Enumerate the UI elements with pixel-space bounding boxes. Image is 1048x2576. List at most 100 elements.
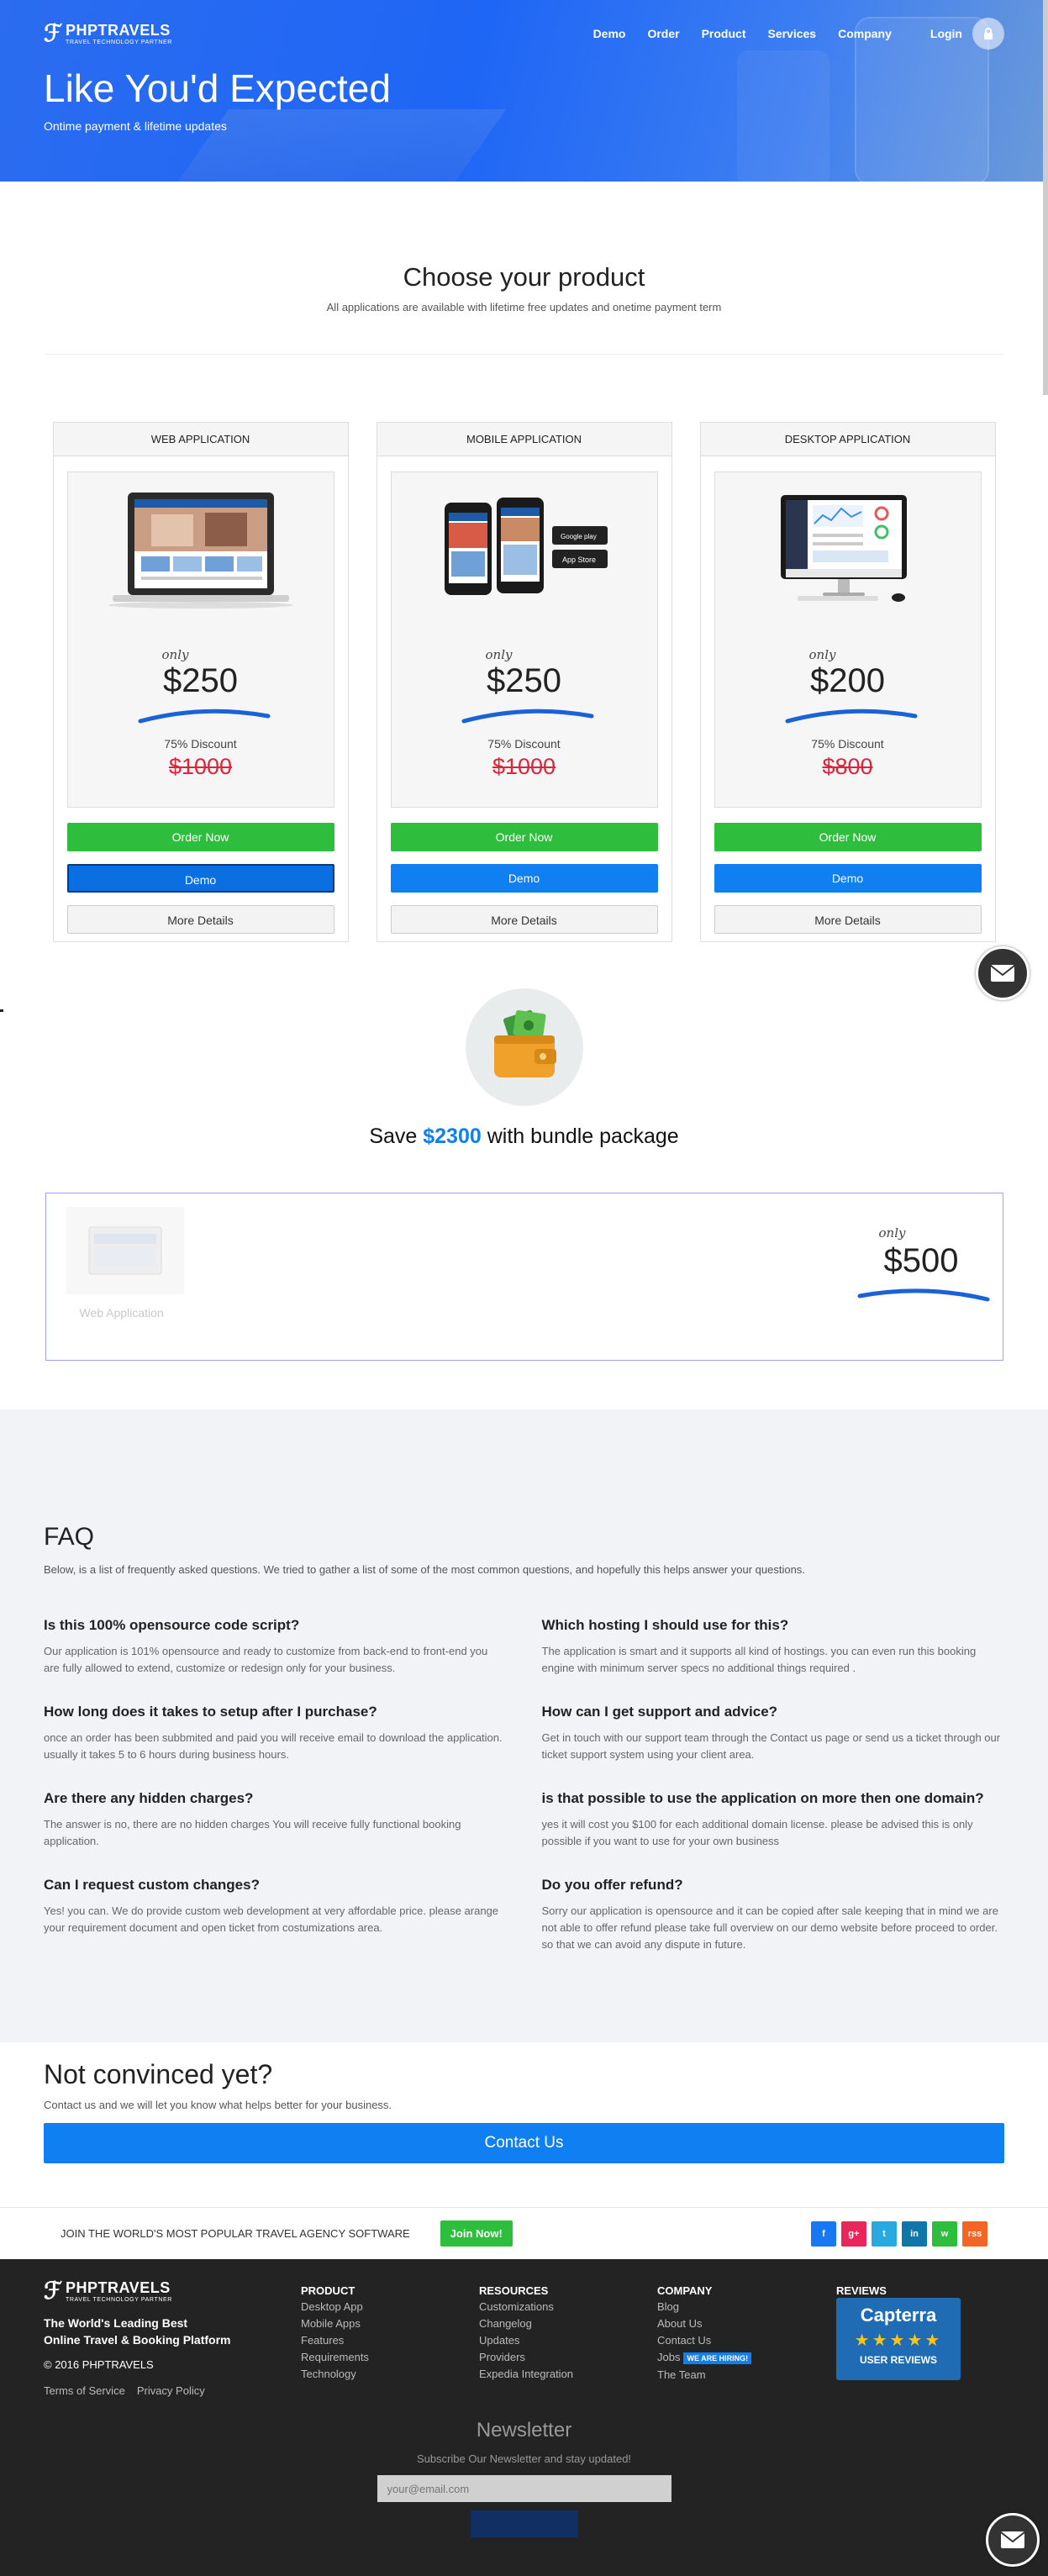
brand-name: PHPTRAVELS <box>66 21 171 39</box>
faq-item: How can I get support and advice? Get in … <box>542 1703 1005 1763</box>
contact-us-button[interactable]: Contact Us <box>44 2123 1004 2163</box>
contact-cta-section: Not convinced yet? Contact us and we wil… <box>0 2042 1048 2207</box>
floating-mail-button[interactable] <box>986 2513 1040 2567</box>
footer-link[interactable]: Updates <box>479 2332 573 2349</box>
brand-logo[interactable]: ℱ PHPTRAVELS TRAVEL TECHNOLOGY PARTNER <box>44 22 172 45</box>
bundle-package-box[interactable]: Web Application only $500 <box>45 1193 1003 1361</box>
logo-icon: ℱ <box>44 19 63 47</box>
footer-link[interactable]: Changelog <box>479 2315 573 2332</box>
footer-link[interactable]: Contact Us <box>657 2332 751 2349</box>
footer-link[interactable]: The Team <box>657 2367 751 2384</box>
page-scrollbar[interactable] <box>1043 0 1048 395</box>
price-underline <box>857 1288 989 1302</box>
whatsapp-icon[interactable]: w <box>932 2220 957 2247</box>
product-name: DESKTOP APPLICATION <box>700 423 995 456</box>
newsletter: Newsletter Subscribe Our Newsletter and … <box>0 2419 1048 2537</box>
main-nav: Demo Order Product Services Company Logi… <box>571 18 1004 50</box>
linkedin-icon[interactable]: in <box>902 2220 927 2247</box>
faq-question: How can I get support and advice? <box>541 1704 778 1720</box>
more-details-button[interactable]: More Details <box>714 905 982 934</box>
footer-brand: ℱ PHPTRAVELS TRAVEL TECHNOLOGY PARTNER T… <box>44 2279 230 2398</box>
nav-login[interactable]: Login <box>930 27 962 40</box>
hero-banner: ℱ PHPTRAVELS TRAVEL TECHNOLOGY PARTNER D… <box>0 0 1048 182</box>
newsletter-submit-button[interactable] <box>470 2510 578 2537</box>
faq-answer: once an order has been subbmited and pai… <box>44 1731 503 1761</box>
newsletter-email-input[interactable] <box>377 2475 671 2502</box>
google-plus-icon[interactable]: g+ <box>841 2220 866 2247</box>
faq-section: FAQ Below, is a list of frequently asked… <box>0 1409 1048 2042</box>
order-now-button[interactable]: Order Now <box>714 823 982 851</box>
product-name: WEB APPLICATION <box>53 423 348 456</box>
faq-answer: Yes! you can. We do provide custom web d… <box>44 1904 499 1934</box>
hero-suitcase-decoration <box>737 50 829 182</box>
faq-column-left: Is this 100% opensource code script? Our … <box>44 1616 507 1979</box>
product-discount: 75% Discount <box>487 737 561 751</box>
footer-link[interactable]: Mobile Apps <box>301 2315 369 2332</box>
footer-col-title: PRODUCT <box>301 2284 355 2297</box>
demo-button[interactable]: Demo <box>390 864 658 893</box>
faq-answer: yes it will cost you $100 for each addit… <box>541 1818 973 1847</box>
footer-link[interactable]: Technology <box>301 2366 369 2383</box>
join-text: JOIN THE WORLD'S MOST POPULAR TRAVEL AGE… <box>61 2227 410 2240</box>
demo-button[interactable]: Demo <box>714 864 982 893</box>
order-now-button[interactable]: Order Now <box>390 823 658 851</box>
capterra-badge[interactable]: Capterra ★★★★★ USER REVIEWS <box>836 2298 961 2380</box>
nav-company[interactable]: Company <box>838 27 892 40</box>
footer-link[interactable]: Requirements <box>301 2349 369 2366</box>
brand-name: PHPTRAVELS <box>66 2278 171 2296</box>
product-discount: 75% Discount <box>164 737 237 751</box>
footer-link-jobs[interactable]: Jobs WE ARE HIRING! <box>657 2349 752 2367</box>
product-discount: 75% Discount <box>811 737 884 751</box>
demo-button[interactable]: Demo <box>66 864 334 893</box>
footer-link[interactable]: Features <box>301 2332 369 2349</box>
jobs-label: Jobs <box>657 2351 681 2363</box>
product-showcase: Google play App Store only $250 75% Disc… <box>390 471 658 808</box>
cta-text: Contact us and we will let you know what… <box>44 2099 392 2111</box>
order-now-button[interactable]: Order Now <box>66 823 334 851</box>
wallet-icon <box>465 988 583 1106</box>
bundle-item-thumbnail[interactable] <box>66 1207 184 1294</box>
nav-services[interactable]: Services <box>767 27 816 40</box>
footer-link[interactable]: About Us <box>657 2315 751 2332</box>
nav-product[interactable]: Product <box>702 27 746 40</box>
rss-icon[interactable]: rss <box>962 2220 987 2247</box>
terms-link[interactable]: Terms of Service <box>44 2384 125 2397</box>
app-store-badge[interactable]: App Store <box>562 556 596 564</box>
faq-question: Do you offer refund? <box>541 1877 683 1893</box>
product-card-mobile: MOBILE APPLICATION Google play App Store… <box>376 422 672 942</box>
capterra-user-reviews: USER REVIEWS <box>859 2354 937 2366</box>
footer-col-title: COMPANY <box>657 2284 713 2297</box>
more-details-button[interactable]: More Details <box>390 905 658 934</box>
footer-link[interactable]: Expedia Integration <box>479 2366 573 2383</box>
join-bar: JOIN THE WORLD'S MOST POPULAR TRAVEL AGE… <box>0 2207 1048 2259</box>
faq-item: Can I request custom changes? Yes! you ca… <box>44 1876 507 1936</box>
footer-link[interactable]: Providers <box>479 2349 573 2366</box>
brand-tagline: TRAVEL TECHNOLOGY PARTNER <box>66 39 172 45</box>
faq-question: Can I request custom changes? <box>44 1877 260 1893</box>
privacy-link[interactable]: Privacy Policy <box>137 2384 205 2397</box>
choose-subtitle: All applications are available with life… <box>326 301 722 313</box>
footer-logo[interactable]: ℱ PHPTRAVELS TRAVEL TECHNOLOGY PARTNER <box>44 2279 230 2303</box>
nav-order[interactable]: Order <box>647 27 679 40</box>
newsletter-text: Subscribe Our Newsletter and stay update… <box>416 2452 632 2465</box>
footer-link[interactable]: Blog <box>657 2299 751 2315</box>
bundle-item-label: Web Application <box>79 1306 164 1320</box>
footer-col-title: RESOURCES <box>479 2284 549 2297</box>
brand-tagline: TRAVEL TECHNOLOGY PARTNER <box>66 2296 172 2303</box>
lock-icon[interactable] <box>972 18 1004 50</box>
product-name: MOBILE APPLICATION <box>377 423 671 456</box>
google-play-badge[interactable]: Google play <box>561 533 597 540</box>
join-now-button[interactable]: Join Now! <box>440 2220 513 2247</box>
floating-mail-button[interactable] <box>976 946 1030 1000</box>
faq-answer: The application is smart and it supports… <box>541 1645 977 1674</box>
logo-icon: ℱ <box>44 2277 63 2305</box>
bundle-only-label: only <box>878 1225 906 1241</box>
faq-question: is that possible to use the application … <box>541 1790 984 1806</box>
footer-link[interactable]: Desktop App <box>301 2299 369 2315</box>
footer-link[interactable]: Customizations <box>479 2299 573 2315</box>
nav-demo[interactable]: Demo <box>593 27 626 40</box>
twitter-icon[interactable]: t <box>872 2220 897 2247</box>
facebook-icon[interactable]: f <box>811 2220 836 2247</box>
social-links: f g+ t in w rss <box>811 2220 987 2247</box>
more-details-button[interactable]: More Details <box>66 905 334 934</box>
